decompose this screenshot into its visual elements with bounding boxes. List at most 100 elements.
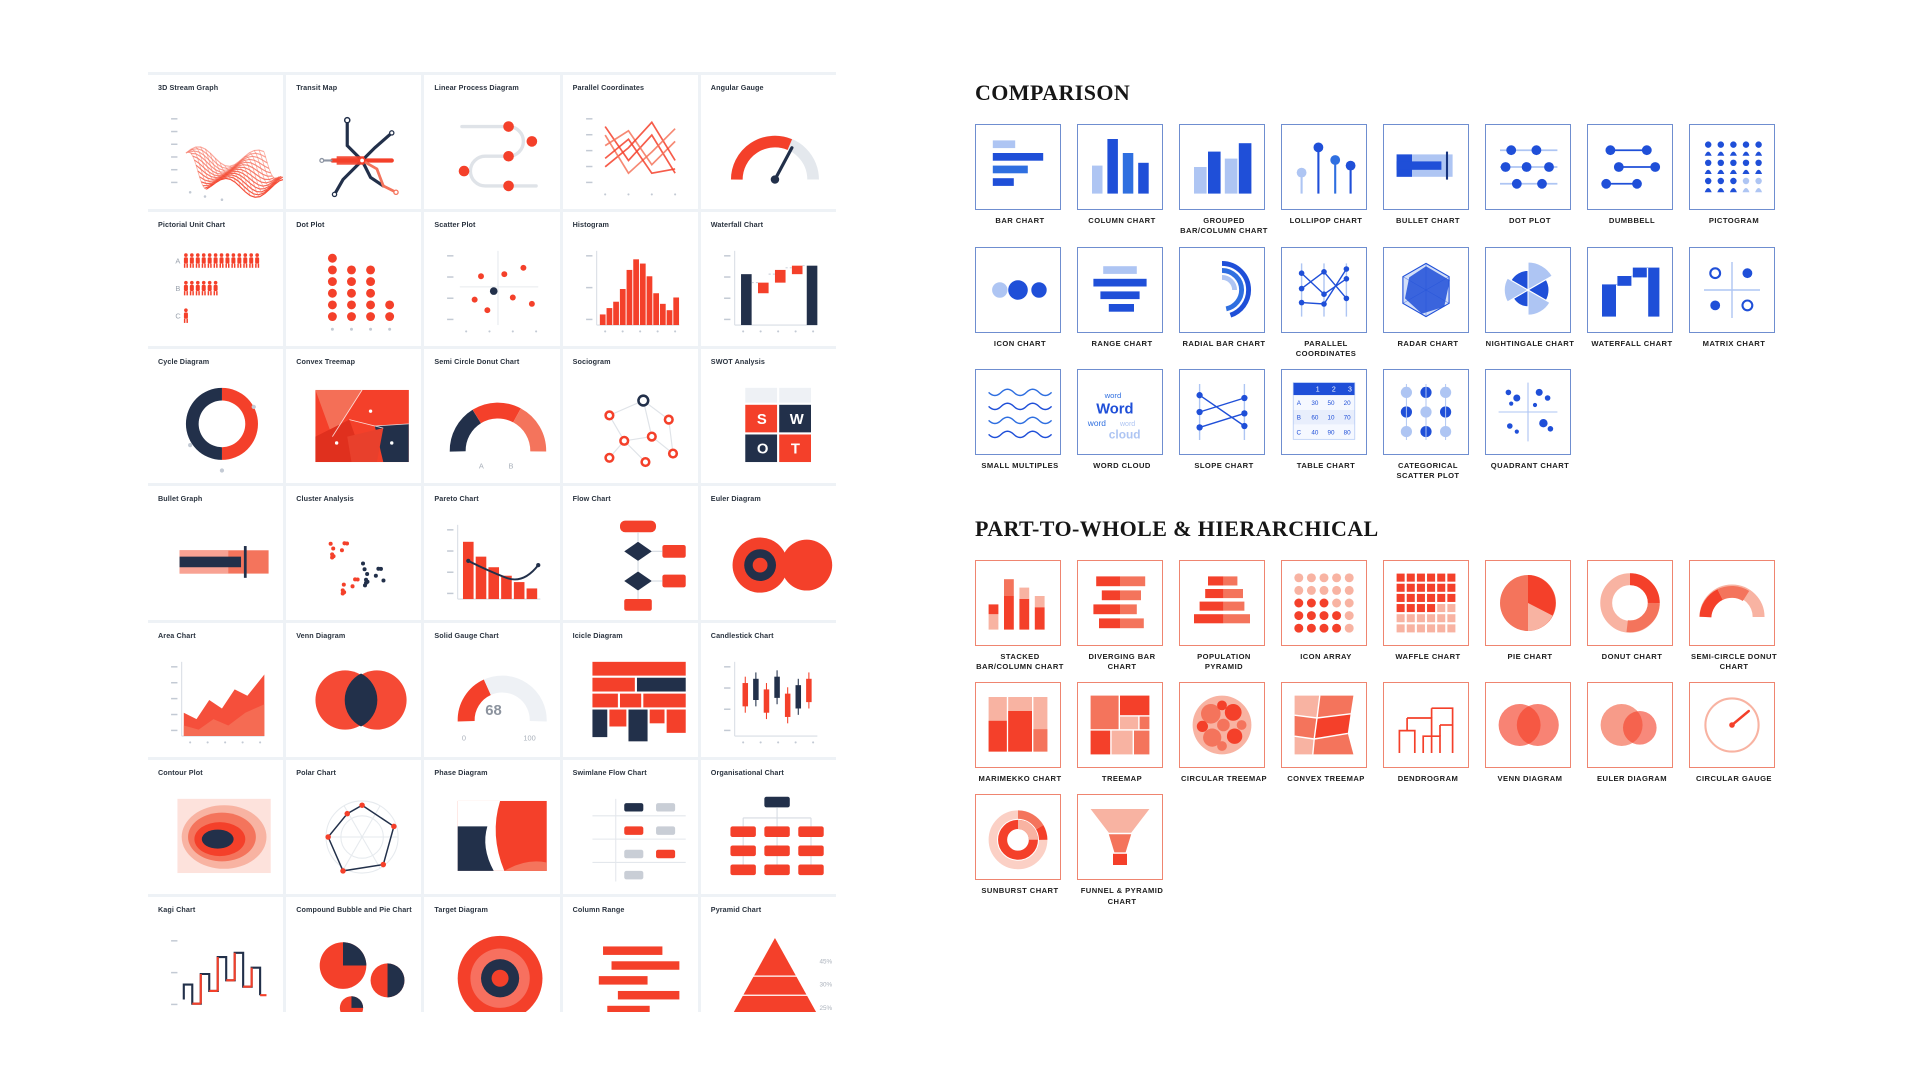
radar-chart-icon[interactable] [1383, 246, 1469, 333]
radial-bar-chart-icon[interactable] [1179, 246, 1265, 333]
range-chart-icon[interactable] [1077, 246, 1163, 333]
chart-type-cell[interactable]: TREEMAP [1077, 682, 1167, 784]
chart-type-cell[interactable]: COLUMN CHART [1077, 124, 1167, 237]
chart-type-cell[interactable]: CIRCULAR GAUGE [1689, 682, 1779, 784]
dendrogram-icon[interactable] [1383, 682, 1469, 768]
chart-type-cell[interactable]: DOT PLOT [1485, 124, 1575, 237]
chart-type-cell[interactable]: SMALL MULTIPLES [975, 369, 1065, 482]
thumbnail-card[interactable]: 3D Stream Graph [148, 75, 284, 209]
chart-type-cell[interactable]: CIRCULAR TREEMAP [1179, 682, 1269, 784]
thumbnail-card[interactable]: Bullet Graph [148, 486, 284, 620]
bar-chart-icon[interactable] [975, 124, 1061, 210]
chart-type-cell[interactable]: RANGE CHART [1077, 246, 1167, 360]
table-chart-icon[interactable]: 1 2 3 A 30 50 20 B 60 10 70 C 40 90 80 [1281, 369, 1367, 455]
chart-type-cell[interactable]: DIVERGING BAR CHART [1077, 559, 1167, 673]
nightingale-chart-icon[interactable] [1485, 246, 1571, 333]
chart-type-cell[interactable]: BULLET CHART [1383, 124, 1473, 237]
chart-type-cell[interactable]: MARIMEKKO CHART [975, 682, 1065, 784]
thumbnail-card[interactable]: Phase Diagram [424, 760, 560, 894]
chart-type-cell[interactable]: MATRIX CHART [1689, 246, 1779, 360]
chart-type-cell[interactable]: 1 2 3 A 30 50 20 B 60 10 70 C 40 90 80 TABLE CHART [1281, 369, 1371, 482]
thumbnail-card[interactable]: Cluster Analysis [286, 486, 422, 620]
waterfall-chart-icon[interactable] [1587, 246, 1673, 333]
pie-chart-icon[interactable] [1485, 559, 1571, 646]
thumbnail-card[interactable]: Waterfall Chart [700, 212, 836, 346]
lollipop-chart-icon[interactable] [1281, 124, 1367, 210]
chart-type-cell[interactable]: PICTOGRAM [1689, 124, 1779, 237]
column-chart-icon[interactable] [1077, 124, 1163, 210]
chart-type-cell[interactable]: CATEGORICAL SCATTER PLOT [1383, 369, 1473, 482]
thumbnail-card[interactable]: Swimlane Flow Chart [562, 760, 698, 894]
funnel-pyramid-chart-icon[interactable] [1077, 794, 1163, 881]
thumbnail-card[interactable]: Histogram [562, 212, 698, 346]
chart-type-cell[interactable]: ICON CHART [975, 246, 1065, 360]
chart-type-cell[interactable]: RADAR CHART [1383, 246, 1473, 360]
venn-diagram-icon[interactable] [1485, 682, 1571, 768]
chart-type-cell[interactable]: STACKED BAR/COLUMN CHART [975, 559, 1065, 673]
chart-type-cell[interactable]: SEMI-CIRCLE DONUT CHART [1689, 559, 1779, 673]
waffle-chart-icon[interactable] [1383, 559, 1469, 646]
thumbnail-card[interactable]: Sociogram [562, 349, 698, 483]
chart-type-cell[interactable]: DENDROGRAM [1383, 682, 1473, 784]
stacked-bar-column-chart-icon[interactable] [975, 559, 1061, 646]
thumbnail-card[interactable]: Pareto Chart [424, 486, 560, 620]
thumbnail-card[interactable]: Pictorial Unit Chart A B C [148, 212, 284, 346]
chart-type-cell[interactable]: GROUPED BAR/COLUMN CHART [1179, 124, 1269, 237]
chart-type-cell[interactable]: SLOPE CHART [1179, 369, 1269, 482]
chart-type-cell[interactable]: word Word word word cloud WORD CLOUD [1077, 369, 1167, 482]
chart-type-cell[interactable]: FUNNEL & PYRAMID CHART [1077, 794, 1167, 907]
chart-type-cell[interactable]: LOLLIPOP CHART [1281, 124, 1371, 237]
grouped-bar-column-chart-icon[interactable] [1179, 124, 1265, 210]
chart-type-cell[interactable]: NIGHTINGALE CHART [1485, 246, 1575, 360]
thumbnail-card[interactable]: Dot Plot [286, 212, 422, 346]
sunburst-chart-icon[interactable] [975, 794, 1061, 881]
thumbnail-card[interactable]: Cycle Diagram [148, 349, 284, 483]
chart-type-cell[interactable]: WATERFALL CHART [1587, 246, 1677, 360]
thumbnail-card[interactable]: Candlestick Chart [700, 623, 836, 757]
icon-array-icon[interactable] [1281, 559, 1367, 646]
word-cloud-icon[interactable]: word Word word word cloud [1077, 369, 1163, 455]
thumbnail-card[interactable]: Contour Plot [148, 760, 284, 894]
chart-type-cell[interactable]: EULER DIAGRAM [1587, 682, 1677, 784]
thumbnail-card[interactable]: Parallel Coordinates [562, 75, 698, 209]
thumbnail-card[interactable]: Solid Gauge Chart 68 0 100 [424, 623, 560, 757]
parallel-coordinates-icon[interactable] [1281, 246, 1367, 333]
matrix-chart-icon[interactable] [1689, 246, 1775, 333]
chart-type-cell[interactable]: RADIAL BAR CHART [1179, 246, 1269, 360]
thumbnail-card[interactable]: Euler Diagram [700, 486, 836, 620]
chart-type-cell[interactable]: BAR CHART [975, 124, 1065, 237]
thumbnail-card[interactable]: Polar Chart [286, 760, 422, 894]
bullet-chart-icon[interactable] [1383, 124, 1469, 210]
chart-type-cell[interactable]: PIE CHART [1485, 559, 1575, 673]
population-pyramid-icon[interactable] [1179, 559, 1265, 646]
chart-type-cell[interactable]: ICON ARRAY [1281, 559, 1371, 673]
chart-type-cell[interactable]: VENN DIAGRAM [1485, 682, 1575, 784]
thumbnail-card[interactable]: Icicle Diagram [562, 623, 698, 757]
circular-gauge-icon[interactable] [1689, 682, 1775, 768]
thumbnail-card[interactable]: Scatter Plot [424, 212, 560, 346]
treemap-icon[interactable] [1077, 682, 1163, 768]
dumbbell-icon[interactable] [1587, 124, 1673, 210]
semi-circle-donut-chart-icon[interactable] [1689, 559, 1775, 646]
pictogram-icon[interactable] [1689, 124, 1775, 210]
donut-chart-icon[interactable] [1587, 559, 1673, 646]
thumbnail-card[interactable]: Linear Process Diagram [424, 75, 560, 209]
chart-type-cell[interactable]: QUADRANT CHART [1485, 369, 1575, 482]
thumbnail-card[interactable]: SWOT Analysis S W O T [700, 349, 836, 483]
thumbnail-card[interactable]: Column Range [562, 897, 698, 1012]
diverging-bar-chart-icon[interactable] [1077, 559, 1163, 646]
chart-type-cell[interactable]: PARALLEL COORDINATES [1281, 246, 1371, 360]
dot-plot-icon[interactable] [1485, 124, 1571, 210]
thumbnail-card[interactable]: Angular Gauge [700, 75, 836, 209]
chart-type-cell[interactable]: DONUT CHART [1587, 559, 1677, 673]
quadrant-chart-icon[interactable] [1485, 369, 1571, 455]
slope-chart-icon[interactable] [1179, 369, 1265, 455]
thumbnail-card[interactable]: Compound Bubble and Pie Chart [286, 897, 422, 1012]
circular-treemap-icon[interactable] [1179, 682, 1265, 768]
thumbnail-card[interactable]: Target Diagram [424, 897, 560, 1012]
thumbnail-card[interactable]: Area Chart [148, 623, 284, 757]
thumbnail-card[interactable]: Convex Treemap [286, 349, 422, 483]
thumbnail-card[interactable]: Transit Map [286, 75, 422, 209]
thumbnail-card[interactable]: Kagi Chart [148, 897, 284, 1012]
thumbnail-card[interactable]: Organisational Chart [700, 760, 836, 894]
